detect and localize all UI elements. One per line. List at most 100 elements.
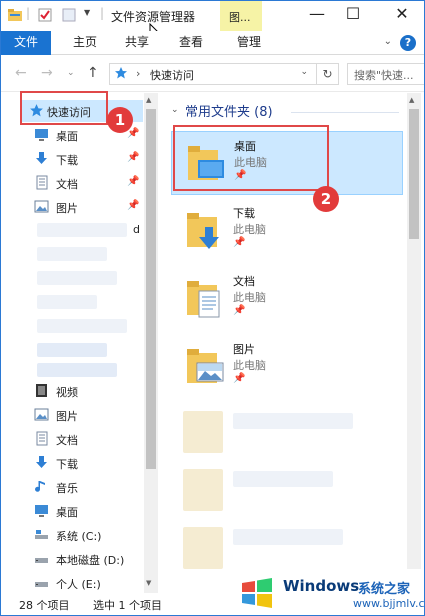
context-tab-picture-tools[interactable]: 图... (220, 1, 262, 31)
nav-item-drive-e[interactable]: 个人 (E:) (1, 572, 143, 594)
drive-icon (35, 558, 48, 563)
back-arrow-icon[interactable]: ← (15, 65, 27, 81)
scroll-up-icon[interactable]: ▲ (146, 96, 151, 104)
nav-item-downloads-pc[interactable]: 下载 (1, 452, 143, 474)
download-folder-icon (187, 213, 219, 249)
search-input[interactable]: 搜索"快速... (347, 63, 424, 85)
pin-icon[interactable]: 📌 (233, 305, 245, 316)
documents-folder-icon (187, 281, 220, 318)
blurred-item (37, 319, 127, 333)
nav-item-videos[interactable]: 视频 (1, 380, 143, 402)
new-folder-icon[interactable] (61, 7, 77, 23)
nav-item-drive-d[interactable]: 本地磁盘 (D:) (1, 548, 143, 570)
folder-app-icon (8, 9, 22, 21)
nav-item-music[interactable]: 音乐 (1, 476, 143, 498)
nav-label: 下载 (56, 458, 78, 471)
nav-label: 文档 (56, 178, 78, 191)
tab-share[interactable]: 共享 (117, 31, 157, 55)
tab-manage[interactable]: 管理 (229, 31, 269, 55)
qat-divider: | (26, 6, 31, 20)
nav-label: 视频 (56, 386, 78, 399)
explorer-window: | ▼ | 文件资源管理器 图... — ☐ ✕ 文件 主页 共享 查看 管理 … (0, 0, 425, 616)
document-icon (36, 175, 48, 190)
blurred-item (183, 411, 223, 453)
qat-dropdown-icon[interactable]: ▼ (84, 8, 90, 17)
minimize-button[interactable]: — (299, 1, 335, 29)
pin-icon[interactable]: 📌 (127, 176, 139, 187)
nav-item-drive-c[interactable]: 系统 (C:) (1, 524, 143, 546)
recent-dropdown-icon[interactable]: ⌄ (67, 68, 75, 78)
tab-view[interactable]: 查看 (171, 31, 211, 55)
annotation-badge-1: 1 (107, 107, 133, 133)
desktop-icon (35, 129, 48, 141)
close-button[interactable]: ✕ (384, 1, 420, 29)
status-item-count: 28 个项目 (19, 599, 70, 612)
blurred-item (37, 247, 107, 261)
folder-name: 文档 (233, 275, 255, 288)
tab-home[interactable]: 主页 (65, 31, 105, 55)
title-bar: | ▼ | 文件资源管理器 图... — ☐ ✕ (1, 1, 424, 41)
blurred-item (183, 527, 223, 569)
nav-scrollbar[interactable]: ▲ ▼ (144, 93, 158, 593)
pin-icon[interactable]: 📌 (233, 237, 245, 248)
blurred-item (37, 295, 97, 309)
blurred-item (233, 471, 333, 487)
status-selected-count: 选中 1 个项目 (93, 599, 162, 612)
help-button[interactable]: ? (400, 35, 416, 51)
annotation-badge-2: 2 (313, 186, 339, 212)
nav-item-documents[interactable]: 文档 📌 (1, 172, 143, 194)
address-bar[interactable]: › 快速访问 ⌄ ↻ (109, 63, 339, 85)
maximize-button[interactable]: ☐ (335, 1, 371, 29)
folder-item-downloads[interactable]: 下载 此电脑 📌 (171, 199, 403, 263)
nav-label: 图片 (56, 410, 78, 423)
collapse-chevron-icon[interactable]: ⌄ (171, 105, 179, 115)
nav-label: 下载 (56, 154, 78, 167)
blurred-item (233, 413, 353, 429)
refresh-icon[interactable]: ↻ (316, 64, 338, 84)
tab-file[interactable]: 文件 (1, 31, 51, 55)
watermark: Windows 系统之家 www.bjjmlv.com (233, 569, 425, 615)
ribbon-tabs: 文件 主页 共享 查看 管理 ⌄ ? (1, 31, 424, 55)
nav-item-pictures[interactable]: 图片 📌 (1, 196, 143, 218)
content-scrollbar[interactable]: ▲ (407, 93, 421, 569)
pin-icon[interactable]: 📌 (233, 373, 245, 384)
up-arrow-icon[interactable]: ↑ (87, 65, 99, 81)
folder-item-documents[interactable]: 文档 此电脑 📌 (171, 267, 403, 331)
pin-icon[interactable]: 📌 (127, 152, 139, 163)
desktop-icon (35, 505, 48, 517)
pictures-folder-icon (187, 349, 224, 383)
blurred-item (233, 529, 343, 545)
pin-icon[interactable]: 📌 (127, 128, 139, 139)
music-icon (35, 481, 45, 492)
nav-item-pictures-pc[interactable]: 图片 (1, 404, 143, 426)
nav-label: 图片 (56, 202, 78, 215)
ribbon-expand-icon[interactable]: ⌄ (384, 36, 392, 47)
pin-icon[interactable]: 📌 (127, 200, 139, 211)
content-scroll-thumb[interactable] (409, 109, 419, 239)
blurred-item (37, 343, 107, 357)
nav-scroll-thumb[interactable] (146, 109, 156, 469)
annotation-box-1 (20, 91, 108, 125)
nav-item-desktop-pc[interactable]: 桌面 (1, 500, 143, 522)
address-dropdown-icon[interactable]: ⌄ (300, 67, 308, 77)
properties-icon[interactable] (37, 7, 53, 23)
scroll-down-icon[interactable]: ▼ (146, 579, 151, 587)
nav-label: 桌面 (56, 130, 78, 143)
watermark-url: www.bjjmlv.com (353, 597, 425, 610)
nav-label: 个人 (E:) (56, 578, 101, 591)
nav-label: 本地磁盘 (D:) (56, 554, 125, 567)
nav-item-downloads[interactable]: 下载 📌 (1, 148, 143, 170)
nav-label: 桌面 (56, 506, 78, 519)
nav-partial-text: d (133, 223, 140, 236)
qat-divider: | (100, 6, 105, 20)
document-icon (36, 431, 48, 446)
address-path[interactable]: 快速访问 (150, 67, 194, 83)
forward-arrow-icon[interactable]: → (41, 65, 53, 81)
group-header[interactable]: 常用文件夹 (8) (185, 101, 273, 120)
nav-label: 文档 (56, 434, 78, 447)
folder-item-pictures[interactable]: 图片 此电脑 📌 (171, 335, 403, 399)
scroll-up-icon[interactable]: ▲ (409, 96, 414, 104)
download-icon (36, 152, 47, 164)
nav-item-documents-pc[interactable]: 文档 (1, 428, 143, 450)
download-icon (36, 456, 47, 468)
